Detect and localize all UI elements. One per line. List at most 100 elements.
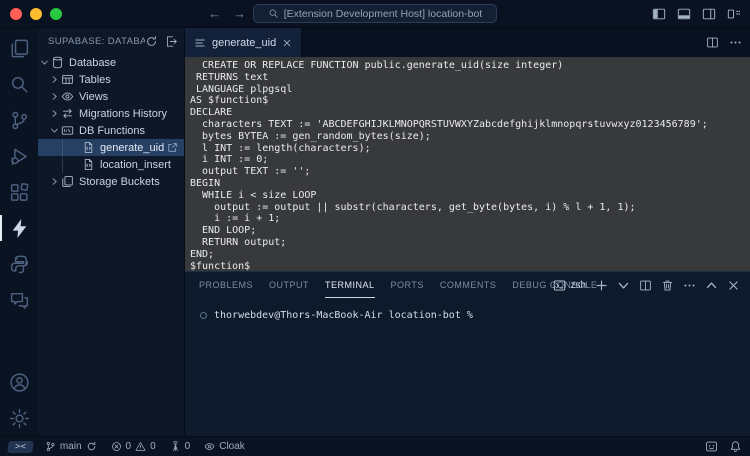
terminal-icon: [553, 279, 566, 292]
panel-more-icon[interactable]: [683, 279, 696, 292]
database-icon: [50, 56, 65, 69]
tree-item-label: Database: [69, 57, 116, 69]
sidebar-actions: [145, 35, 178, 48]
git-branch-status[interactable]: main: [45, 441, 97, 452]
split-terminal-icon[interactable]: [639, 279, 652, 292]
explorer-icon: [9, 38, 30, 59]
code-line: output TEXT := '';: [190, 166, 750, 178]
code-line: LANGUAGE plpgsql: [190, 84, 750, 96]
cloak-status[interactable]: Cloak: [204, 441, 245, 452]
split-editor-icon[interactable]: [706, 36, 719, 49]
zoom-window-button[interactable]: [50, 8, 62, 20]
chevron-right-icon: [48, 92, 60, 101]
file-code-icon: [81, 158, 96, 171]
back-button[interactable]: ←: [208, 6, 221, 21]
command-decoration-icon[interactable]: [200, 312, 207, 319]
forward-button[interactable]: →: [233, 6, 246, 21]
connect-icon[interactable]: [165, 35, 178, 48]
tree-item-label: Views: [79, 91, 108, 103]
code-line: i := i + 1;: [190, 213, 750, 225]
cloak-label: Cloak: [219, 441, 245, 452]
maximize-panel-icon[interactable]: [705, 279, 718, 292]
external-link-icon[interactable]: [167, 142, 178, 153]
status-bar-right: [705, 440, 742, 453]
refresh-icon[interactable]: [145, 35, 158, 48]
panel-tab-problems[interactable]: PROBLEMS: [199, 272, 253, 298]
feedback-smiley-icon[interactable]: [705, 440, 718, 453]
activity-item-supabase[interactable]: [0, 210, 38, 246]
source-control-icon: [9, 110, 30, 131]
ports-status[interactable]: 0: [170, 441, 191, 452]
activity-item-explorer[interactable]: [0, 30, 38, 66]
code-editor[interactable]: CREATE OR REPLACE FUNCTION public.genera…: [185, 57, 750, 272]
tree-item-generate-uid[interactable]: generate_uid: [38, 139, 184, 156]
tree-item-tables[interactable]: Tables: [38, 71, 184, 88]
tab-close-icon[interactable]: [282, 38, 292, 48]
status-bar: >< main 0 0 0 Cloak: [0, 436, 750, 456]
more-actions-icon[interactable]: [729, 36, 742, 49]
code-line: RETURN output;: [190, 237, 750, 249]
supabase-icon: [9, 218, 30, 239]
panel-tab-output[interactable]: OUTPUT: [269, 272, 309, 298]
tree-item-views[interactable]: Views: [38, 88, 184, 105]
python-icon: [9, 254, 30, 275]
ports-count: 0: [185, 441, 191, 452]
customize-layout-icon[interactable]: [727, 7, 741, 21]
tree-item-migrations-history[interactable]: Migrations History: [38, 105, 184, 122]
comments-icon: [9, 290, 30, 311]
remote-indicator[interactable]: ><: [7, 441, 34, 453]
panel-tab-ports[interactable]: PORTS: [391, 272, 424, 298]
toggle-sidebar-icon[interactable]: [652, 7, 666, 21]
migrations-icon: [60, 107, 75, 120]
activity-item-source-control[interactable]: [0, 102, 38, 138]
activity-item-comments[interactable]: [0, 282, 38, 318]
code-line: RETURNS text: [190, 72, 750, 84]
terminal-prompt-text: thorwebdev@Thors-MacBook-Air location-bo…: [214, 310, 473, 321]
panel-tab-terminal[interactable]: TERMINAL: [325, 272, 375, 298]
close-panel-icon[interactable]: [727, 279, 740, 292]
activity-item-account[interactable]: [0, 364, 38, 400]
kill-terminal-icon[interactable]: [661, 279, 674, 292]
tree-item-db-functions[interactable]: DB Functions: [38, 122, 184, 139]
code-line: i INT := 0;: [190, 154, 750, 166]
close-window-button[interactable]: [10, 8, 22, 20]
activity-item-search[interactable]: [0, 66, 38, 102]
activity-item-python[interactable]: [0, 246, 38, 282]
terminal-prompt-line: thorwebdev@Thors-MacBook-Air location-bo…: [200, 310, 750, 321]
editor-tabs: generate_uid: [185, 28, 750, 57]
editor-area: generate_uid CREATE OR REPLACE FUNCTION …: [185, 28, 750, 436]
command-center[interactable]: [Extension Development Host] location-bo…: [253, 4, 497, 23]
tab-generate-uid[interactable]: generate_uid: [185, 28, 302, 57]
activity-bar: [0, 28, 38, 436]
notifications-bell-icon[interactable]: [729, 440, 742, 453]
activity-item-settings[interactable]: [0, 400, 38, 436]
search-icon: [9, 74, 30, 95]
tree-item-storage-buckets[interactable]: Storage Buckets: [38, 173, 184, 190]
sidebar-header: SUPABASE: DATABASE: [38, 28, 184, 54]
toggle-panel-icon[interactable]: [677, 7, 691, 21]
toggle-secondary-sidebar-icon[interactable]: [702, 7, 716, 21]
shell-badge[interactable]: zsh: [553, 279, 586, 292]
radio-tower-icon: [170, 441, 181, 452]
storage-icon: [60, 175, 75, 188]
editor-actions: [706, 28, 742, 57]
macos-traffic-lights: [10, 8, 62, 20]
database-tree: Database Tables Views Migrations HistoryDB …: [38, 54, 184, 436]
problems-status[interactable]: 0 0: [111, 441, 156, 452]
chevron-right-icon: [48, 109, 60, 118]
terminal-dropdown-icon[interactable]: [617, 279, 630, 292]
code-line: WHILE i < size LOOP: [190, 190, 750, 202]
search-icon: [268, 8, 279, 19]
new-terminal-icon[interactable]: [595, 279, 608, 292]
layout-controls: [652, 7, 741, 21]
minimize-window-button[interactable]: [30, 8, 42, 20]
activity-item-extensions[interactable]: [0, 174, 38, 210]
tree-item-location-insert[interactable]: location_insert: [38, 156, 184, 173]
tree-item-database[interactable]: Database: [38, 54, 184, 71]
terminal-view[interactable]: thorwebdev@Thors-MacBook-Air location-bo…: [185, 298, 750, 436]
tree-item-label: Tables: [79, 74, 111, 86]
activity-item-run-debug[interactable]: [0, 138, 38, 174]
panel-tab-comments[interactable]: COMMENTS: [440, 272, 497, 298]
file-code-icon: [81, 141, 96, 154]
file-list-icon: [194, 37, 206, 49]
